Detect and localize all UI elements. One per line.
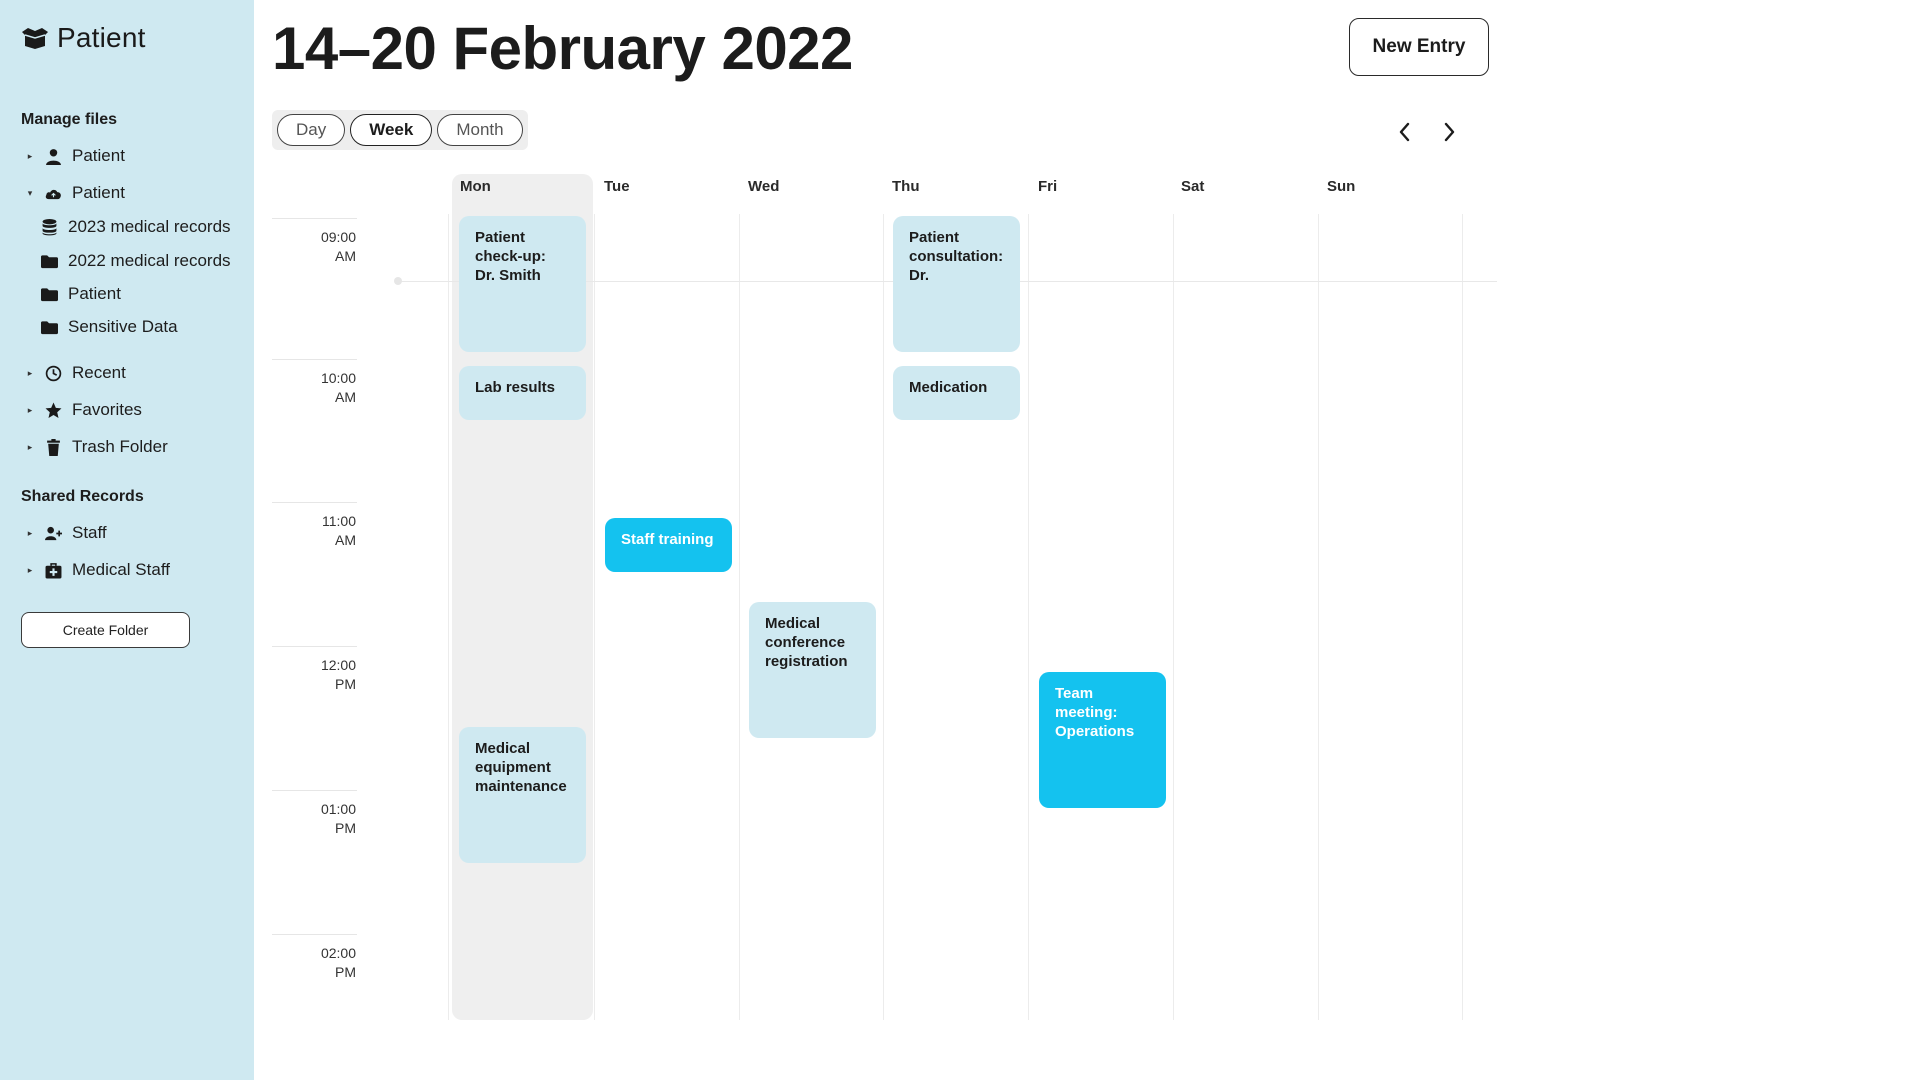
hour-divider (272, 502, 357, 503)
hour-divider (272, 790, 357, 791)
column-divider (594, 214, 595, 1020)
time-label-9am: 09:00 AM (320, 229, 356, 264)
day-header-wed[interactable]: Wed (748, 178, 779, 195)
sidebar-item-2023-medical-records[interactable]: 2023 medical records (40, 214, 231, 240)
column-divider (739, 214, 740, 1020)
hour-divider (272, 646, 357, 647)
event-medication[interactable]: Medication (893, 366, 1020, 420)
view-toggle: Day Week Month (272, 110, 528, 150)
chevron-right-icon (1444, 122, 1455, 142)
sidebar-item-patient-folder[interactable]: Patient (40, 281, 121, 307)
column-divider (1318, 214, 1319, 1020)
time-label-10am: 10:00 AM (320, 370, 356, 405)
column-divider (1173, 214, 1174, 1020)
user-plus-icon (44, 524, 62, 542)
chevron-right-icon[interactable]: ▸ (24, 405, 36, 416)
event-team-meeting-operations[interactable]: Team meeting: Operations (1039, 672, 1166, 808)
event-staff-training[interactable]: Staff training (605, 518, 732, 572)
brand[interactable]: Patient (21, 22, 146, 54)
sidebar-item-trash-folder[interactable]: ▸ Trash Folder (24, 434, 168, 460)
folder-icon (40, 252, 58, 270)
open-box-icon (22, 28, 48, 49)
brand-title: Patient (57, 22, 146, 53)
event-medical-conference-registration[interactable]: Medical conference registration (749, 602, 876, 738)
column-divider (1028, 214, 1029, 1020)
sidebar-item-2022-medical-records[interactable]: 2022 medical records (40, 248, 231, 274)
user-icon (44, 147, 62, 165)
current-time-dot (394, 277, 402, 285)
folder-icon (40, 318, 58, 336)
view-day-button[interactable]: Day (277, 114, 346, 146)
sidebar: Patient Manage files ▸ Patient ▾ Patient… (0, 0, 254, 1080)
sidebar-item-label: Trash Folder (72, 437, 168, 456)
chevron-right-icon[interactable]: ▸ (24, 565, 36, 576)
section-label-shared-records: Shared Records (21, 488, 144, 505)
view-week-button[interactable]: Week (350, 114, 433, 146)
sidebar-item-patient-cloud[interactable]: ▾ Patient (24, 180, 125, 206)
star-icon (44, 401, 62, 419)
day-header-mon[interactable]: Mon (460, 178, 491, 195)
sidebar-item-staff[interactable]: ▸ Staff (24, 520, 107, 546)
sidebar-item-label: Patient (72, 146, 125, 165)
trash-icon (44, 438, 62, 456)
event-patient-consultation[interactable]: Patient consultation: Dr. (893, 216, 1020, 352)
new-entry-button[interactable]: New Entry (1349, 18, 1489, 76)
chevron-left-icon (1399, 122, 1410, 142)
day-header-fri[interactable]: Fri (1038, 178, 1057, 195)
previous-week-button[interactable] (1393, 120, 1417, 144)
day-header-sat[interactable]: Sat (1181, 178, 1204, 195)
time-label-11am: 11:00 AM (322, 513, 356, 548)
clock-icon (44, 364, 62, 382)
time-label-2pm: 02:00 PM (320, 945, 356, 980)
hour-divider (272, 359, 357, 360)
event-patient-check-up[interactable]: Patient check-up: Dr. Smith (459, 216, 586, 352)
chevron-right-icon[interactable]: ▸ (24, 528, 36, 539)
sidebar-item-label: Recent (72, 363, 126, 382)
day-header-tue[interactable]: Tue (604, 178, 630, 195)
event-medical-equipment-maintenance[interactable]: Medical equipment maintenance (459, 727, 586, 863)
sidebar-item-favorites[interactable]: ▸ Favorites (24, 397, 142, 423)
column-divider (448, 214, 449, 1020)
sidebar-item-label: Staff (72, 523, 107, 542)
section-label-manage-files: Manage files (21, 111, 118, 128)
cloud-icon (44, 184, 62, 202)
column-divider (1462, 214, 1463, 1020)
hour-divider (272, 934, 357, 935)
chevron-right-icon[interactable]: ▸ (24, 442, 36, 453)
sidebar-item-label: Patient (72, 183, 125, 202)
day-header-thu[interactable]: Thu (892, 178, 920, 195)
database-icon (40, 218, 58, 236)
sidebar-item-label: 2022 medical records (68, 251, 231, 270)
page-title: 14–20 February 2022 (272, 15, 853, 82)
medical-kit-icon (44, 561, 62, 579)
next-week-button[interactable] (1437, 120, 1461, 144)
sidebar-item-label: Sensitive Data (68, 317, 178, 336)
day-header-sun[interactable]: Sun (1327, 178, 1355, 195)
event-lab-results[interactable]: Lab results (459, 366, 586, 420)
sidebar-item-sensitive-data[interactable]: Sensitive Data (40, 314, 178, 340)
hour-divider (272, 218, 357, 219)
time-label-1pm: 01:00 PM (320, 801, 356, 836)
chevron-down-icon[interactable]: ▾ (24, 188, 36, 199)
sidebar-item-recent[interactable]: ▸ Recent (24, 360, 126, 386)
sidebar-item-medical-staff[interactable]: ▸ Medical Staff (24, 557, 170, 583)
sidebar-item-label: 2023 medical records (68, 217, 231, 236)
view-month-button[interactable]: Month (437, 114, 523, 146)
sidebar-item-label: Medical Staff (72, 560, 170, 579)
folder-icon (40, 285, 58, 303)
sidebar-item-label: Favorites (72, 400, 142, 419)
create-folder-button[interactable]: Create Folder (21, 612, 190, 648)
time-label-12pm: 12:00 PM (320, 657, 356, 692)
column-divider (883, 214, 884, 1020)
chevron-right-icon[interactable]: ▸ (24, 368, 36, 379)
chevron-right-icon[interactable]: ▸ (24, 151, 36, 162)
sidebar-item-label: Patient (68, 284, 121, 303)
sidebar-item-patient[interactable]: ▸ Patient (24, 143, 125, 169)
